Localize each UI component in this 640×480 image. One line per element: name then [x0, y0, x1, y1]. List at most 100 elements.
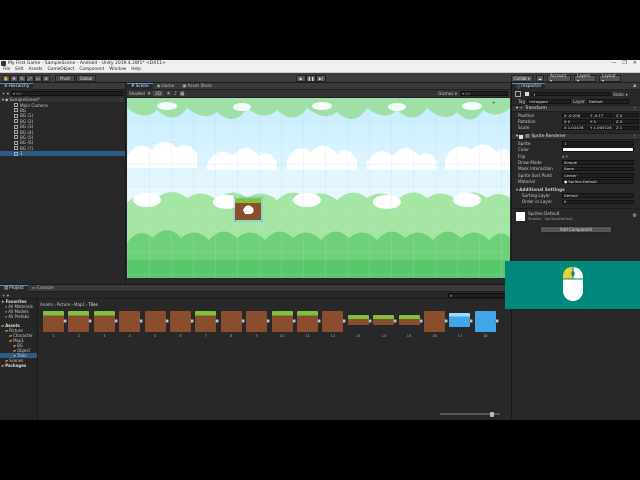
- scale-z-field[interactable]: Z 1: [614, 125, 639, 130]
- hierarchy-search-input[interactable]: ⌕ All: [10, 91, 123, 96]
- rect-tool-button[interactable]: ▭: [34, 74, 42, 82]
- layers-dropdown[interactable]: Layers ▾: [574, 73, 596, 83]
- transform-tool-button[interactable]: ⊕: [42, 74, 50, 82]
- draw-mode-dropdown[interactable]: Simple: [562, 160, 634, 165]
- sprite-field[interactable]: 1: [562, 141, 634, 146]
- rotation-z-field[interactable]: Z 0: [614, 119, 639, 124]
- tile-asset[interactable]: [373, 315, 395, 325]
- breadcrumb-map1[interactable]: Map1: [74, 302, 85, 307]
- menu-window[interactable]: Window: [109, 67, 126, 72]
- tile-asset[interactable]: [474, 311, 496, 332]
- tab-hierarchy[interactable]: ≡ Hierarchy: [0, 82, 34, 90]
- scale-tool-button[interactable]: ⤢: [26, 74, 34, 82]
- tile-asset[interactable]: [398, 315, 420, 325]
- material-field[interactable]: ● Sprites-Default: [562, 179, 634, 184]
- transform-header[interactable]: ▾ ⊹ Transform ⋮: [512, 105, 640, 112]
- maximize-button[interactable]: ❐: [622, 60, 626, 66]
- sprite-expand-icon[interactable]: [240, 319, 245, 323]
- account-dropdown[interactable]: Account ▾: [547, 73, 571, 83]
- component-menu-icon[interactable]: ⋮: [633, 134, 637, 139]
- sprite-expand-icon[interactable]: [190, 319, 194, 323]
- rotate-tool-button[interactable]: ↻: [18, 74, 26, 82]
- sprite-expand-icon[interactable]: [63, 319, 67, 323]
- active-checkbox[interactable]: [525, 92, 529, 96]
- scene-gizmo[interactable]: ✦: [492, 100, 506, 110]
- tile-asset[interactable]: [297, 311, 318, 332]
- component-enabled-checkbox[interactable]: [519, 134, 524, 139]
- tab-game[interactable]: ◉ Game: [153, 83, 179, 90]
- scene-menu-icon[interactable]: ⋮: [119, 97, 123, 102]
- tile-asset[interactable]: [246, 311, 268, 332]
- tile-asset[interactable]: [347, 315, 369, 325]
- scale-x-field[interactable]: X 1.02478: [562, 125, 587, 130]
- collab-dropdown[interactable]: Collab ▾: [511, 74, 533, 82]
- sprite-expand-icon[interactable]: [494, 319, 499, 323]
- audio-toggle-icon[interactable]: ♪: [174, 91, 177, 97]
- tile-asset[interactable]: [170, 311, 191, 332]
- order-in-layer-field[interactable]: 0: [562, 199, 634, 204]
- sort-point-dropdown[interactable]: Center: [562, 173, 634, 178]
- lighting-toggle-icon[interactable]: ☀: [166, 91, 170, 97]
- tile-asset[interactable]: [93, 311, 115, 332]
- sprite-renderer-header[interactable]: ▾ ▨ Sprite Renderer ⋮: [512, 133, 640, 141]
- hierarchy-item-1[interactable]: 1: [0, 150, 125, 157]
- packages-header[interactable]: ▰ Packages: [0, 363, 37, 368]
- tag-dropdown[interactable]: Untagged: [527, 99, 572, 104]
- material-block[interactable]: Sprites-Default Shader Sprites/Default ⚙: [512, 208, 640, 223]
- minimize-button[interactable]: —: [611, 60, 616, 66]
- project-search-input[interactable]: ⌕: [448, 292, 508, 298]
- step-button[interactable]: ▶|: [316, 74, 326, 82]
- sprite-expand-icon[interactable]: [291, 319, 296, 323]
- pause-button[interactable]: ❚❚: [306, 74, 316, 82]
- sprite-expand-icon[interactable]: [469, 319, 474, 323]
- tile-asset[interactable]: [271, 311, 293, 332]
- menu-help[interactable]: Help: [131, 67, 141, 72]
- position-x-field[interactable]: X -0.208: [562, 113, 587, 118]
- tab-asset-store[interactable]: ▣ Asset Store: [178, 83, 216, 90]
- sprite-expand-icon[interactable]: [139, 319, 144, 323]
- create-dropdown[interactable]: + ▾: [2, 91, 9, 96]
- menu-assets[interactable]: Assets: [29, 67, 43, 72]
- zoom-slider[interactable]: [440, 411, 500, 417]
- scale-y-field[interactable]: Y 1.005728: [588, 125, 613, 130]
- component-menu-icon[interactable]: ⋮: [633, 106, 637, 111]
- position-y-field[interactable]: Y -0.17: [588, 113, 613, 118]
- scene-search-input[interactable]: ⌕ All: [460, 91, 508, 96]
- gizmos-dropdown[interactable]: Gizmos ▾: [438, 91, 457, 96]
- tab-project[interactable]: ▤ Project: [0, 284, 28, 292]
- flip-checkboxes[interactable]: X Y: [562, 154, 568, 159]
- object-name-input[interactable]: 1: [531, 92, 611, 97]
- tile-asset[interactable]: [449, 313, 471, 327]
- pivot-toggle[interactable]: Pivot: [55, 74, 75, 82]
- position-z-field[interactable]: Z 0: [614, 113, 639, 118]
- tile-asset[interactable]: [424, 311, 445, 332]
- material-settings-icon[interactable]: ⚙: [633, 213, 637, 219]
- sprite-expand-icon[interactable]: [367, 319, 372, 323]
- sprite-expand-icon[interactable]: [444, 319, 448, 323]
- breadcrumb-assets[interactable]: Assets: [40, 302, 53, 307]
- menu-file[interactable]: File: [3, 67, 10, 72]
- fav-item-all-prefabs[interactable]: ⌕ All Prefabs: [0, 314, 37, 319]
- sprite-expand-icon[interactable]: [164, 319, 169, 323]
- tile-asset[interactable]: [119, 311, 141, 332]
- tile-asset[interactable]: [195, 311, 217, 332]
- sprite-expand-icon[interactable]: [266, 319, 271, 323]
- project-create-dropdown[interactable]: + ▾: [2, 293, 9, 298]
- mode-2d-toggle[interactable]: 2D: [153, 91, 164, 96]
- tile-asset[interactable]: [220, 311, 242, 332]
- mask-interaction-dropdown[interactable]: None: [562, 166, 634, 171]
- sprite-expand-icon[interactable]: [418, 319, 423, 323]
- layout-dropdown[interactable]: Layout ▾: [599, 73, 621, 83]
- static-toggle[interactable]: Static ▾: [613, 92, 628, 97]
- sprite-expand-icon[interactable]: [393, 319, 398, 323]
- sprite-expand-icon[interactable]: [317, 319, 321, 323]
- menu-gameobject[interactable]: GameObject: [48, 67, 75, 72]
- effects-toggle-icon[interactable]: ▦: [180, 91, 185, 97]
- menu-edit[interactable]: Edit: [15, 67, 23, 72]
- breadcrumb-picture[interactable]: Picture: [57, 302, 71, 307]
- global-toggle[interactable]: Global: [76, 74, 96, 82]
- zoom-slider-handle[interactable]: [490, 411, 494, 417]
- color-swatch[interactable]: [562, 147, 634, 153]
- tab-inspector[interactable]: ⓘ Inspector: [512, 82, 546, 90]
- menu-component[interactable]: Component: [79, 67, 104, 72]
